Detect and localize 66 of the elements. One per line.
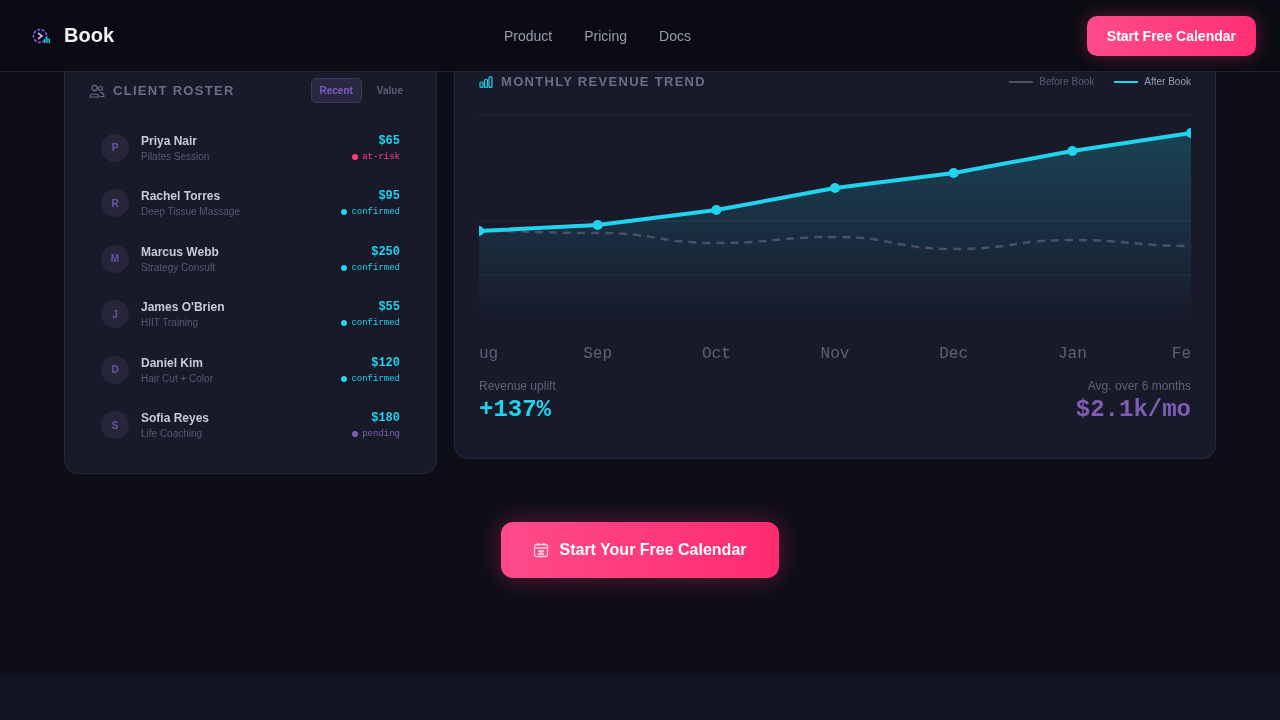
nav-link[interactable]: Product <box>504 27 553 44</box>
month-label: Oct <box>701 345 731 363</box>
client-name: Rachel Torres <box>141 189 222 204</box>
amount: $250 <box>371 244 400 259</box>
data-point <box>711 205 722 215</box>
amount: $55 <box>378 300 400 315</box>
service-name: Strategy Consult <box>141 261 216 273</box>
data-point <box>1186 128 1191 138</box>
sort-tab[interactable]: Value <box>367 78 412 103</box>
bar-chart-icon <box>479 75 493 88</box>
status-label: confirmed <box>351 207 400 218</box>
amount: $65 <box>378 133 400 148</box>
month-label: Fe <box>1171 345 1191 363</box>
legend-label: After Book <box>1144 76 1191 87</box>
stat-value: +137% <box>479 396 552 423</box>
service-name: Deep Tissue Massage <box>141 206 241 218</box>
logo-icon <box>32 26 50 45</box>
service-name: Hair Cut + Color <box>141 372 214 384</box>
data-point <box>479 226 484 236</box>
client-name: Marcus Webb <box>141 244 220 259</box>
data-point <box>948 168 959 178</box>
client-name: Daniel Kim <box>141 355 204 370</box>
service-name: Pilates Session <box>141 150 211 162</box>
legend-label: Before Book <box>1039 76 1095 87</box>
roster-title: CLIENT ROSTER <box>113 83 235 98</box>
chart-title: MONTHLY REVENUE TREND <box>501 74 706 89</box>
month-label: Sep <box>583 345 613 363</box>
amount: $180 <box>371 411 400 426</box>
status-label: at-risk <box>362 151 400 162</box>
client-avatar: S <box>101 411 129 440</box>
amount: $120 <box>371 355 400 370</box>
client-name: Sofia Reyes <box>141 411 211 426</box>
start-calendar-button[interactable]: Start Free Calendar <box>1086 15 1256 56</box>
client-avatar: P <box>101 133 129 162</box>
status-label: confirmed <box>351 373 400 384</box>
nav-link[interactable]: Pricing <box>584 27 628 44</box>
nav-link[interactable]: Docs <box>659 27 691 44</box>
stat-value: $2.1k/mo <box>1075 396 1191 423</box>
client-name: James O'Brien <box>141 300 226 315</box>
service-name: Life Coaching <box>141 428 204 440</box>
status-label: confirmed <box>351 262 400 273</box>
sort-tab[interactable]: Recent <box>310 78 362 103</box>
month-label: Dec <box>939 345 969 363</box>
status-label: pending <box>362 429 400 440</box>
amount: $95 <box>378 189 400 204</box>
client-avatar: J <box>101 300 129 329</box>
start-calendar-button[interactable]: Start Your Free Calendar <box>501 522 779 578</box>
users-icon <box>89 83 105 98</box>
client-avatar: M <box>101 244 129 273</box>
client-avatar: D <box>101 355 129 384</box>
status-label: confirmed <box>351 318 400 329</box>
stat-label: Revenue uplift <box>479 379 556 393</box>
service-name: HIIT Training <box>141 317 200 329</box>
data-point <box>592 220 603 230</box>
month-label: ug <box>479 345 499 363</box>
brand-name: Book <box>64 24 114 47</box>
client-avatar: R <box>101 189 129 218</box>
month-label: Nov <box>820 345 850 363</box>
month-label: Jan <box>1057 345 1087 363</box>
legend-line <box>1114 80 1139 83</box>
client-name: Priya Nair <box>141 133 199 148</box>
data-point <box>1067 146 1078 156</box>
legend-line <box>1009 80 1034 83</box>
stat-label: Avg. over 6 months <box>1087 379 1191 393</box>
data-point <box>830 183 840 193</box>
calendar-icon <box>533 542 550 558</box>
